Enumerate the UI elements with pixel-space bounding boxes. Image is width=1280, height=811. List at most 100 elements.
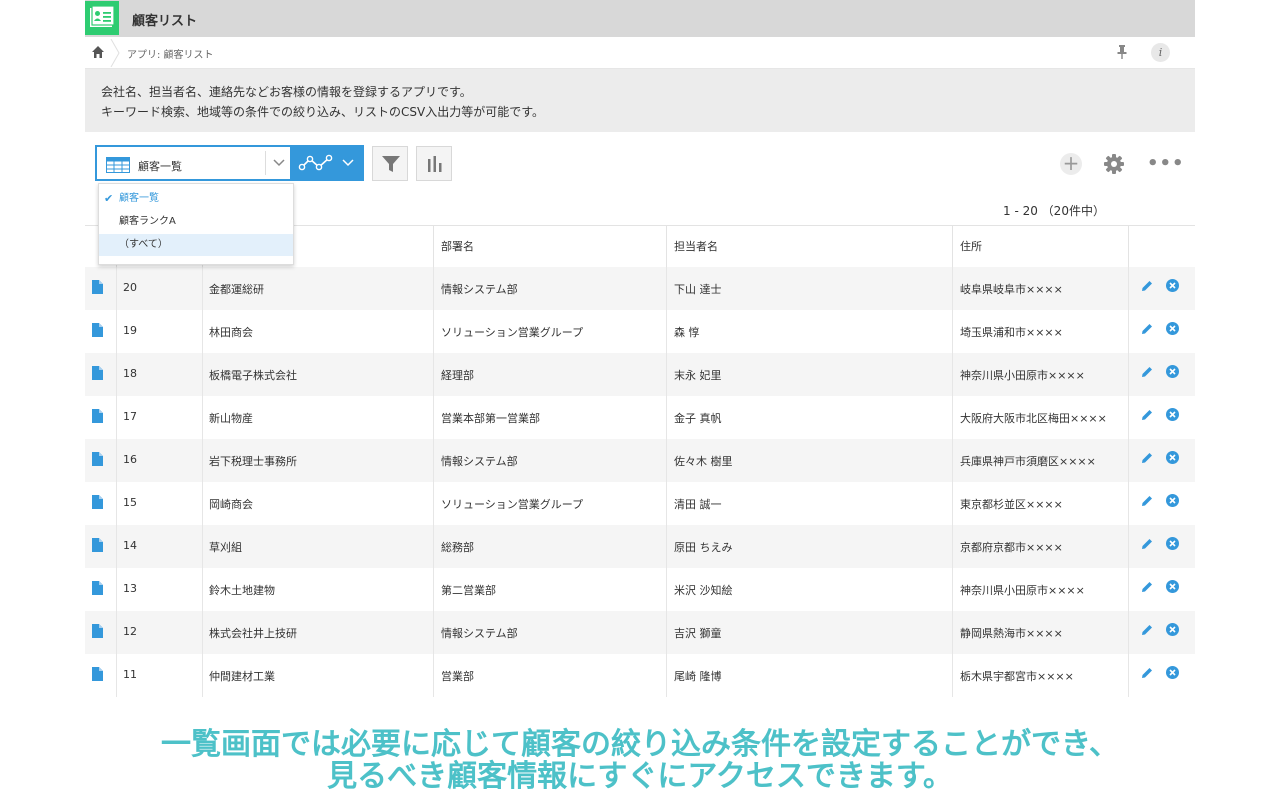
address-cell: 岐阜県岐阜市×××× bbox=[960, 283, 1063, 296]
table-row[interactable]: 12 株式会社井上技研 情報システム部 吉沢 獅童 静岡県熱海市×××× bbox=[85, 611, 1195, 654]
app-description: 会社名、担当者名、連絡先などお客様の情報を登録するアプリです。 キーワード検索、… bbox=[85, 69, 1195, 132]
address-cell: 栃木県宇都宮市×××× bbox=[960, 670, 1074, 683]
dept-cell: 総務部 bbox=[441, 541, 474, 554]
edit-icon[interactable] bbox=[1140, 365, 1154, 379]
record-detail-icon[interactable] bbox=[92, 323, 103, 337]
breadcrumb-separator-icon bbox=[110, 39, 120, 67]
record-detail-icon[interactable] bbox=[92, 667, 103, 681]
record-detail-icon[interactable] bbox=[92, 280, 103, 294]
address-cell: 東京都杉並区×××× bbox=[960, 498, 1063, 511]
dropdown-item-all[interactable]: （すべて） bbox=[99, 234, 293, 256]
edit-icon[interactable] bbox=[1140, 322, 1154, 336]
table-row[interactable]: 19 林田商会 ソリューション営業グループ 森 惇 埼玉県浦和市×××× bbox=[85, 310, 1195, 353]
edit-icon[interactable] bbox=[1140, 279, 1154, 293]
company-cell: 板橋電子株式会社 bbox=[209, 369, 297, 382]
table-row[interactable]: 15 岡崎商会 ソリューション営業グループ 清田 誠一 東京都杉並区×××× bbox=[85, 482, 1195, 525]
record-id: 12 bbox=[123, 625, 137, 638]
edit-icon[interactable] bbox=[1140, 623, 1154, 637]
column-header-address[interactable]: 住所 bbox=[960, 238, 982, 254]
edit-icon[interactable] bbox=[1140, 537, 1154, 551]
record-id: 19 bbox=[123, 324, 137, 337]
app-window: 顧客リスト アプリ: 顧客リスト i 会社名、担当者名、連絡先などお客様の情報を… bbox=[85, 0, 1195, 700]
company-cell: 林田商会 bbox=[209, 326, 253, 339]
dept-cell: 情報システム部 bbox=[441, 283, 518, 296]
company-cell: 株式会社井上技研 bbox=[209, 627, 297, 640]
table-row[interactable]: 13 鈴木土地建物 第二営業部 米沢 沙知絵 神奈川県小田原市×××× bbox=[85, 568, 1195, 611]
edit-icon[interactable] bbox=[1140, 494, 1154, 508]
delete-icon[interactable] bbox=[1166, 408, 1179, 421]
table-row[interactable]: 11 仲間建材工業 営業部 尾崎 隆博 栃木県宇都宮市×××× bbox=[85, 654, 1195, 697]
add-record-button[interactable]: + bbox=[1060, 153, 1082, 175]
person-cell: 森 惇 bbox=[674, 326, 700, 339]
filter-button[interactable] bbox=[372, 146, 408, 181]
dropdown-item-label: 顧客一覧 bbox=[119, 193, 159, 204]
record-id: 16 bbox=[123, 453, 137, 466]
edit-icon[interactable] bbox=[1140, 580, 1154, 594]
chevron-down-icon[interactable] bbox=[273, 159, 285, 167]
column-divider bbox=[666, 226, 667, 267]
view-selector[interactable]: 顧客一覧 bbox=[95, 145, 292, 181]
pagination-info: 1 - 20 （20件中） bbox=[1003, 204, 1105, 218]
delete-icon[interactable] bbox=[1166, 494, 1179, 507]
delete-icon[interactable] bbox=[1166, 666, 1179, 679]
app-icon bbox=[85, 1, 119, 35]
edit-icon[interactable] bbox=[1140, 666, 1154, 680]
dept-cell: 第二営業部 bbox=[441, 584, 496, 597]
dept-cell: 情報システム部 bbox=[441, 455, 518, 468]
graph-button[interactable] bbox=[292, 145, 364, 181]
app-header: 顧客リスト bbox=[85, 0, 1195, 37]
person-cell: 吉沢 獅童 bbox=[674, 627, 722, 640]
delete-icon[interactable] bbox=[1166, 365, 1179, 378]
column-header-person[interactable]: 担当者名 bbox=[674, 238, 718, 254]
address-cell: 大阪府大阪市北区梅田×××× bbox=[960, 412, 1107, 425]
record-id: 14 bbox=[123, 539, 137, 552]
company-cell: 草刈組 bbox=[209, 541, 242, 554]
chart-button[interactable] bbox=[416, 146, 452, 181]
record-detail-icon[interactable] bbox=[92, 581, 103, 595]
more-options-icon[interactable]: ••• bbox=[1147, 153, 1184, 175]
line-graph-icon bbox=[298, 154, 333, 171]
delete-icon[interactable] bbox=[1166, 451, 1179, 464]
person-cell: 清田 誠一 bbox=[674, 498, 722, 511]
description-line-1: 会社名、担当者名、連絡先などお客様の情報を登録するアプリです。 bbox=[101, 85, 472, 99]
address-cell: 兵庫県神戸市須磨区×××× bbox=[960, 455, 1096, 468]
edit-icon[interactable] bbox=[1140, 451, 1154, 465]
record-detail-icon[interactable] bbox=[92, 409, 103, 423]
delete-icon[interactable] bbox=[1166, 322, 1179, 335]
delete-icon[interactable] bbox=[1166, 537, 1179, 550]
check-icon: ✔ bbox=[104, 192, 114, 205]
column-divider bbox=[952, 226, 953, 267]
edit-icon[interactable] bbox=[1140, 408, 1154, 422]
home-icon[interactable] bbox=[91, 45, 105, 59]
table-row[interactable]: 18 板橋電子株式会社 経理部 末永 妃里 神奈川県小田原市×××× bbox=[85, 353, 1195, 396]
breadcrumb-current[interactable]: アプリ: 顧客リスト bbox=[127, 46, 214, 61]
record-id: 20 bbox=[123, 281, 137, 294]
person-cell: 金子 真帆 bbox=[674, 412, 722, 425]
column-divider bbox=[1128, 226, 1129, 267]
record-detail-icon[interactable] bbox=[92, 366, 103, 380]
info-icon[interactable]: i bbox=[1151, 43, 1170, 62]
column-header-dept[interactable]: 部署名 bbox=[441, 238, 474, 254]
record-id: 11 bbox=[123, 668, 137, 681]
column-divider bbox=[433, 226, 434, 267]
table-row[interactable]: 20 金都運総研 情報システム部 下山 達士 岐阜県岐阜市×××× bbox=[85, 267, 1195, 310]
record-detail-icon[interactable] bbox=[92, 624, 103, 638]
person-cell: 佐々木 樹里 bbox=[674, 455, 733, 468]
table-view-icon bbox=[106, 157, 130, 173]
table-row[interactable]: 14 草刈組 総務部 原田 ちえみ 京都府京都市×××× bbox=[85, 525, 1195, 568]
table-row[interactable]: 16 岩下税理士事務所 情報システム部 佐々木 樹里 兵庫県神戸市須磨区×××× bbox=[85, 439, 1195, 482]
delete-icon[interactable] bbox=[1166, 580, 1179, 593]
dropdown-item-rank-a[interactable]: 顧客ランクA bbox=[99, 211, 293, 233]
company-cell: 仲間建材工業 bbox=[209, 670, 275, 683]
record-detail-icon[interactable] bbox=[92, 452, 103, 466]
gear-icon[interactable] bbox=[1103, 153, 1125, 175]
delete-icon[interactable] bbox=[1166, 279, 1179, 292]
table-row[interactable]: 17 新山物産 営業本部第一営業部 金子 真帆 大阪府大阪市北区梅田×××× bbox=[85, 396, 1195, 439]
record-detail-icon[interactable] bbox=[92, 538, 103, 552]
view-dropdown-menu: ✔ 顧客一覧 顧客ランクA （すべて） bbox=[98, 183, 294, 265]
person-cell: 末永 妃里 bbox=[674, 369, 722, 382]
dropdown-item-customer-list[interactable]: ✔ 顧客一覧 bbox=[99, 188, 293, 210]
delete-icon[interactable] bbox=[1166, 623, 1179, 636]
record-detail-icon[interactable] bbox=[92, 495, 103, 509]
pin-icon[interactable] bbox=[1115, 44, 1129, 60]
